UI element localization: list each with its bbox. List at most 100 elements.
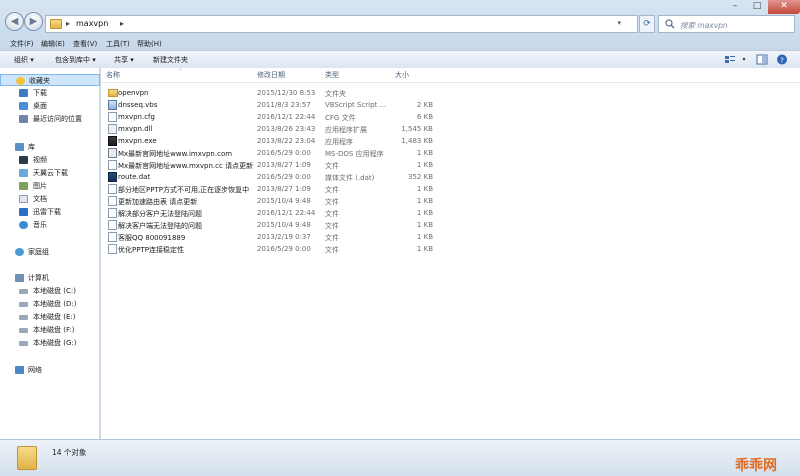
file-row[interactable]: 部分地区PPTP方式不可用,正在逐步恢复中 2013/8/27 1:09 文件 1 K… (101, 183, 800, 195)
file-name: 客服QQ 800091889 (118, 234, 186, 242)
sidebar-item-xunlei-downloads[interactable]: 迅雷下载 (0, 206, 100, 218)
minimize-button[interactable]: – (724, 0, 746, 14)
file-name: Mx最新官网地址www.imxvpn.com (118, 150, 233, 158)
sidebar-item-drive-e[interactable]: 本地磁盘 (E:) (0, 311, 100, 323)
column-header-name[interactable]: 名称 (106, 68, 120, 82)
file-row[interactable]: 更新加速路由表 请点更新 2015/10/4 9:48 文件 1 KB (101, 195, 800, 207)
sidebar-item-desktop[interactable]: 桌面 (0, 100, 100, 112)
sidebar-item-label: 文档 (33, 195, 47, 203)
file-row[interactable]: mxvpn.cfg 2016/12/1 22:44 CFG 文件 6 KB (101, 111, 800, 123)
file-size: 352 KB (408, 173, 433, 181)
file-row[interactable]: Mx最新官网地址www.mxvpn.cc 请点更新 2013/8/27 1:09 文… (101, 159, 800, 171)
file-date: 2016/5/29 0:00 (257, 173, 311, 181)
file-row[interactable]: openvpn 2015/12/30 8:53 文件夹 (101, 87, 800, 99)
share-button[interactable]: 共享 ▾ (114, 55, 134, 65)
breadcrumb-maxvpn[interactable]: maxvpn (76, 19, 108, 28)
file-row[interactable]: 客服QQ 800091889 2013/2/19 0:37 文件 1 KB (101, 231, 800, 243)
file-list-pane: 名称 ⌃ 修改日期 类型 大小 openvpn 2015/12/30 8:53 文件… (101, 68, 800, 439)
preview-pane-icon[interactable] (756, 54, 768, 65)
sidebar-item-tianyi-downloads[interactable]: 天翼云下载 (0, 167, 100, 179)
file-name: 解决部分客户无法登陆问题 (118, 210, 202, 218)
column-header-date[interactable]: 修改日期 (257, 68, 285, 82)
file-row[interactable]: mxvpn.exe 2013/8/22 23:04 应用程序 1,483 KB (101, 135, 800, 147)
navigation-pane: 收藏夹 下载 桌面 最近访问的位置 库 视频 天翼云下载 图片 文档 迅雷下载 … (0, 68, 100, 439)
file-row[interactable]: mxvpn.dll 2013/8/26 23:43 应用程序扩展 1,545 KB (101, 123, 800, 135)
close-button[interactable]: ✕ (768, 0, 800, 14)
sidebar-item-label: 桌面 (33, 102, 47, 110)
view-dropdown-icon[interactable]: ▾ (738, 54, 750, 65)
menu-help[interactable]: 帮助(H) (137, 39, 162, 49)
sidebar-item-homegroup[interactable]: 家庭组 (0, 246, 100, 258)
search-icon[interactable] (665, 19, 675, 29)
txt-icon (108, 160, 117, 170)
file-type: 文件 (325, 246, 339, 254)
new-folder-button[interactable]: 新建文件夹 (153, 55, 188, 65)
dat-icon (108, 172, 117, 182)
menu-tools[interactable]: 工具(T) (106, 39, 130, 49)
file-name: mxvpn.exe (118, 137, 157, 145)
network-icon (15, 366, 24, 374)
file-size: 1,545 KB (401, 125, 433, 133)
file-date: 2013/8/27 1:09 (257, 161, 311, 169)
sidebar-item-label: 本地磁盘 (D:) (33, 300, 77, 308)
forward-button[interactable]: ▶ (24, 12, 43, 31)
include-in-library-button[interactable]: 包含到库中 ▾ (55, 55, 96, 65)
sidebar-item-drive-c[interactable]: 本地磁盘 (C:) (0, 285, 100, 297)
file-type: 应用程序 (325, 138, 353, 146)
file-type: 媒体文件 (.dat) (325, 174, 375, 182)
file-row[interactable]: Mx最新官网地址www.imxvpn.com 2016/5/29 0:00 MS-D… (101, 147, 800, 159)
file-type: 文件 (325, 234, 339, 242)
sidebar-item-drive-d[interactable]: 本地磁盘 (D:) (0, 298, 100, 310)
file-row[interactable]: 解决客户端无法登陆的问题 2015/10/4 9:48 文件 1 KB (101, 219, 800, 231)
search-box[interactable]: 搜索 maxvpn (658, 15, 795, 33)
file-name: dnsseq.vbs (118, 101, 158, 109)
address-bar[interactable]: ▸ maxvpn ▸ ▾ (45, 15, 638, 33)
sidebar-item-libraries[interactable]: 库 (0, 141, 100, 153)
file-name: openvpn (118, 89, 149, 97)
file-date: 2015/10/4 9:48 (257, 197, 311, 205)
file-date: 2013/8/27 1:09 (257, 185, 311, 193)
back-button[interactable]: ◀ (5, 12, 24, 31)
view-options-icon[interactable] (724, 54, 736, 65)
column-header-type[interactable]: 类型 (325, 68, 339, 82)
sidebar-item-music[interactable]: 音乐 (0, 219, 100, 231)
menu-file[interactable]: 文件(F) (10, 39, 34, 49)
txt-icon (108, 184, 117, 194)
menu-edit[interactable]: 编辑(E) (41, 39, 65, 49)
video-icon (19, 156, 28, 164)
sidebar-item-label: 音乐 (33, 221, 47, 229)
sidebar-item-label: 本地磁盘 (C:) (33, 287, 76, 295)
search-input[interactable]: 搜索 maxvpn (680, 20, 728, 31)
sidebar-item-downloads[interactable]: 下载 (0, 87, 100, 99)
sidebar-item-label: 天翼云下载 (33, 169, 68, 177)
breadcrumb-separator[interactable]: ▸ (120, 19, 124, 28)
sidebar-item-network[interactable]: 网络 (0, 364, 100, 376)
organize-button[interactable]: 组织 ▾ (14, 55, 34, 65)
file-type: 应用程序扩展 (325, 126, 367, 134)
sidebar-item-computer[interactable]: 计算机 (0, 272, 100, 284)
sidebar-item-documents[interactable]: 文档 (0, 193, 100, 205)
item-count: 14 个对象 (52, 448, 87, 457)
sidebar-item-drive-f[interactable]: 本地磁盘 (F:) (0, 324, 100, 336)
help-icon[interactable]: ? (776, 54, 788, 65)
file-type: 文件 (325, 210, 339, 218)
file-row[interactable]: 解决部分客户无法登陆问题 2016/12/1 22:44 文件 1 KB (101, 207, 800, 219)
menu-view[interactable]: 查看(V) (73, 39, 97, 49)
sidebar-item-label: 视频 (33, 156, 47, 164)
file-date: 2013/8/26 23:43 (257, 125, 316, 133)
address-dropdown-icon[interactable]: ▾ (617, 19, 621, 27)
breadcrumb-separator[interactable]: ▸ (66, 19, 70, 28)
sidebar-item-videos[interactable]: 视频 (0, 154, 100, 166)
sidebar-item-pictures[interactable]: 图片 (0, 180, 100, 192)
svg-text:?: ? (780, 57, 784, 65)
column-header-size[interactable]: 大小 (395, 68, 409, 82)
sidebar-item-favorites[interactable]: 收藏夹 (0, 74, 100, 86)
file-row[interactable]: dnsseq.vbs 2011/8/3 23:57 VBScript Script … (101, 99, 800, 111)
sidebar-item-recent-places[interactable]: 最近访问的位置 (0, 113, 100, 125)
refresh-button[interactable]: ⟳ (639, 15, 655, 33)
sidebar-item-drive-g[interactable]: 本地磁盘 (G:) (0, 337, 100, 349)
file-row[interactable]: 优化PPTP连接稳定性 2016/5/29 0:00 文件 1 KB (101, 243, 800, 255)
maximize-button[interactable]: □ (746, 0, 768, 14)
file-row[interactable]: route.dat 2016/5/29 0:00 媒体文件 (.dat) 352 KB (101, 171, 800, 183)
txt-icon (108, 112, 117, 122)
